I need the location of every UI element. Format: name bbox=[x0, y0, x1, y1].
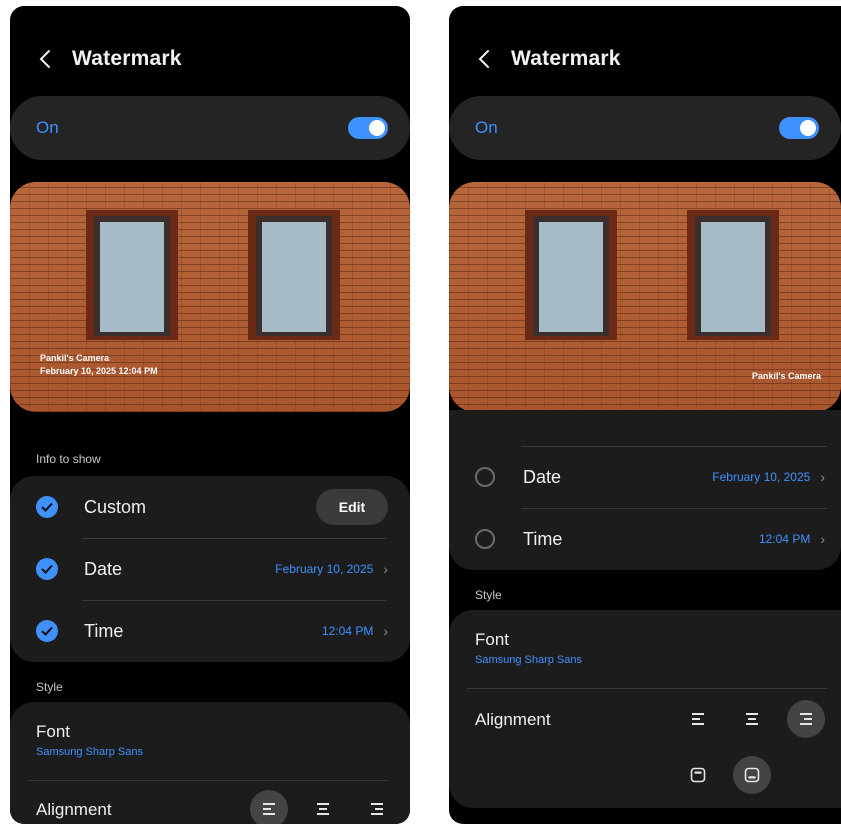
align-left-button[interactable] bbox=[250, 790, 288, 824]
chevron-right-icon: › bbox=[383, 623, 388, 639]
row-label: Date bbox=[523, 466, 562, 487]
top-bar: Watermark bbox=[473, 44, 621, 74]
watermark-toggle-row[interactable]: On bbox=[10, 96, 410, 160]
chevron-right-icon: › bbox=[820, 469, 825, 485]
time-value: 12:04 PM bbox=[321, 624, 374, 638]
alignment-options bbox=[679, 700, 825, 738]
vertical-position-options bbox=[679, 756, 771, 794]
checkmark-icon bbox=[41, 502, 53, 512]
font-label: Font bbox=[475, 630, 510, 649]
checkbox-checked[interactable] bbox=[36, 558, 58, 580]
style-card: Font Samsung Sharp Sans Alignment bbox=[449, 610, 841, 808]
watermark-toggle-row[interactable]: On bbox=[449, 96, 841, 160]
alignment-label: Alignment bbox=[475, 710, 551, 729]
align-left-icon bbox=[263, 803, 275, 815]
align-center-button[interactable] bbox=[304, 790, 342, 824]
position-top-icon bbox=[690, 767, 706, 783]
row-label: Time bbox=[84, 620, 124, 641]
font-value: Samsung Sharp Sans bbox=[475, 654, 583, 666]
align-right-icon bbox=[800, 713, 812, 725]
preview-photo: Pankil's Camera February 10, 2025 12:04 … bbox=[10, 182, 410, 412]
align-center-button[interactable] bbox=[733, 700, 771, 738]
info-row-custom[interactable]: Custom Edit bbox=[10, 476, 410, 538]
date-value: February 10, 2025 bbox=[712, 470, 811, 484]
font-value: Samsung Sharp Sans bbox=[36, 746, 144, 758]
chevron-left-icon bbox=[39, 50, 50, 68]
window-image bbox=[525, 210, 617, 340]
position-top-button[interactable] bbox=[679, 756, 717, 794]
info-row-date[interactable]: Date February 10, 2025 › bbox=[10, 538, 410, 600]
time-value: 12:04 PM bbox=[758, 532, 811, 546]
align-right-button[interactable] bbox=[358, 790, 396, 824]
checkmark-icon bbox=[41, 626, 53, 636]
top-bar: Watermark bbox=[34, 44, 182, 74]
checkmark-icon bbox=[41, 564, 53, 574]
watermark-line: Pankil's Camera bbox=[751, 371, 821, 381]
right-screen: Watermark On Pankil's Camera Date Februa… bbox=[449, 6, 841, 824]
watermark-line: Pankil's Camera bbox=[40, 353, 110, 363]
checkbox-checked[interactable] bbox=[36, 620, 58, 642]
chevron-right-icon: › bbox=[383, 561, 388, 577]
position-bottom-icon bbox=[744, 767, 760, 783]
page-title: Watermark bbox=[511, 47, 621, 70]
info-section-header: Info to show bbox=[36, 452, 101, 466]
divider bbox=[467, 688, 827, 689]
info-card: Date February 10, 2025 › Time 12:04 PM › bbox=[449, 410, 841, 570]
watermark-line: February 10, 2025 12:04 PM bbox=[40, 366, 158, 376]
watermark-toggle[interactable] bbox=[779, 117, 819, 139]
font-setting[interactable]: Font Samsung Sharp Sans bbox=[475, 630, 582, 666]
chevron-left-icon bbox=[478, 50, 489, 68]
checkbox-unchecked[interactable] bbox=[475, 467, 495, 487]
align-left-icon bbox=[692, 713, 704, 725]
align-left-button[interactable] bbox=[679, 700, 717, 738]
style-section-header: Style bbox=[36, 680, 63, 694]
info-row-date[interactable]: Date February 10, 2025 › bbox=[449, 446, 841, 508]
align-right-button[interactable] bbox=[787, 700, 825, 738]
window-image bbox=[248, 210, 340, 340]
font-label: Font bbox=[36, 722, 71, 741]
row-label: Time bbox=[523, 528, 563, 549]
back-button[interactable] bbox=[473, 48, 495, 70]
window-image bbox=[86, 210, 178, 340]
align-right-icon bbox=[371, 803, 383, 815]
divider bbox=[28, 780, 388, 781]
font-setting[interactable]: Font Samsung Sharp Sans bbox=[36, 722, 143, 758]
page-title: Watermark bbox=[72, 47, 182, 70]
checkbox-unchecked[interactable] bbox=[475, 529, 495, 549]
toggle-label: On bbox=[36, 118, 59, 137]
style-section-header: Style bbox=[475, 588, 502, 602]
watermark-preview-text: Pankil's Camera bbox=[752, 370, 821, 383]
edit-button[interactable]: Edit bbox=[316, 489, 388, 525]
watermark-toggle[interactable] bbox=[348, 117, 388, 139]
info-row-time[interactable]: Time 12:04 PM › bbox=[449, 508, 841, 570]
style-card: Font Samsung Sharp Sans Alignment bbox=[10, 702, 410, 824]
row-label: Custom bbox=[84, 496, 147, 517]
align-center-icon bbox=[317, 803, 329, 815]
watermark-preview-text: Pankil's Camera February 10, 2025 12:04 … bbox=[40, 352, 158, 378]
checkbox-checked[interactable] bbox=[36, 496, 58, 518]
date-value: February 10, 2025 bbox=[275, 562, 374, 576]
info-row-time[interactable]: Time 12:04 PM › bbox=[10, 600, 410, 662]
preview-photo: Pankil's Camera bbox=[449, 182, 841, 412]
position-bottom-button[interactable] bbox=[733, 756, 771, 794]
alignment-label: Alignment bbox=[36, 800, 112, 819]
align-center-icon bbox=[746, 713, 758, 725]
info-card: Custom Edit Date February 10, 2025 › Tim… bbox=[10, 476, 410, 662]
back-button[interactable] bbox=[34, 48, 56, 70]
left-screen: Watermark On Pankil's Camera February 10… bbox=[10, 6, 410, 824]
row-label: Date bbox=[84, 558, 123, 579]
window-image bbox=[687, 210, 779, 340]
toggle-label: On bbox=[475, 118, 498, 137]
chevron-right-icon: › bbox=[820, 531, 825, 547]
alignment-options bbox=[250, 790, 396, 824]
